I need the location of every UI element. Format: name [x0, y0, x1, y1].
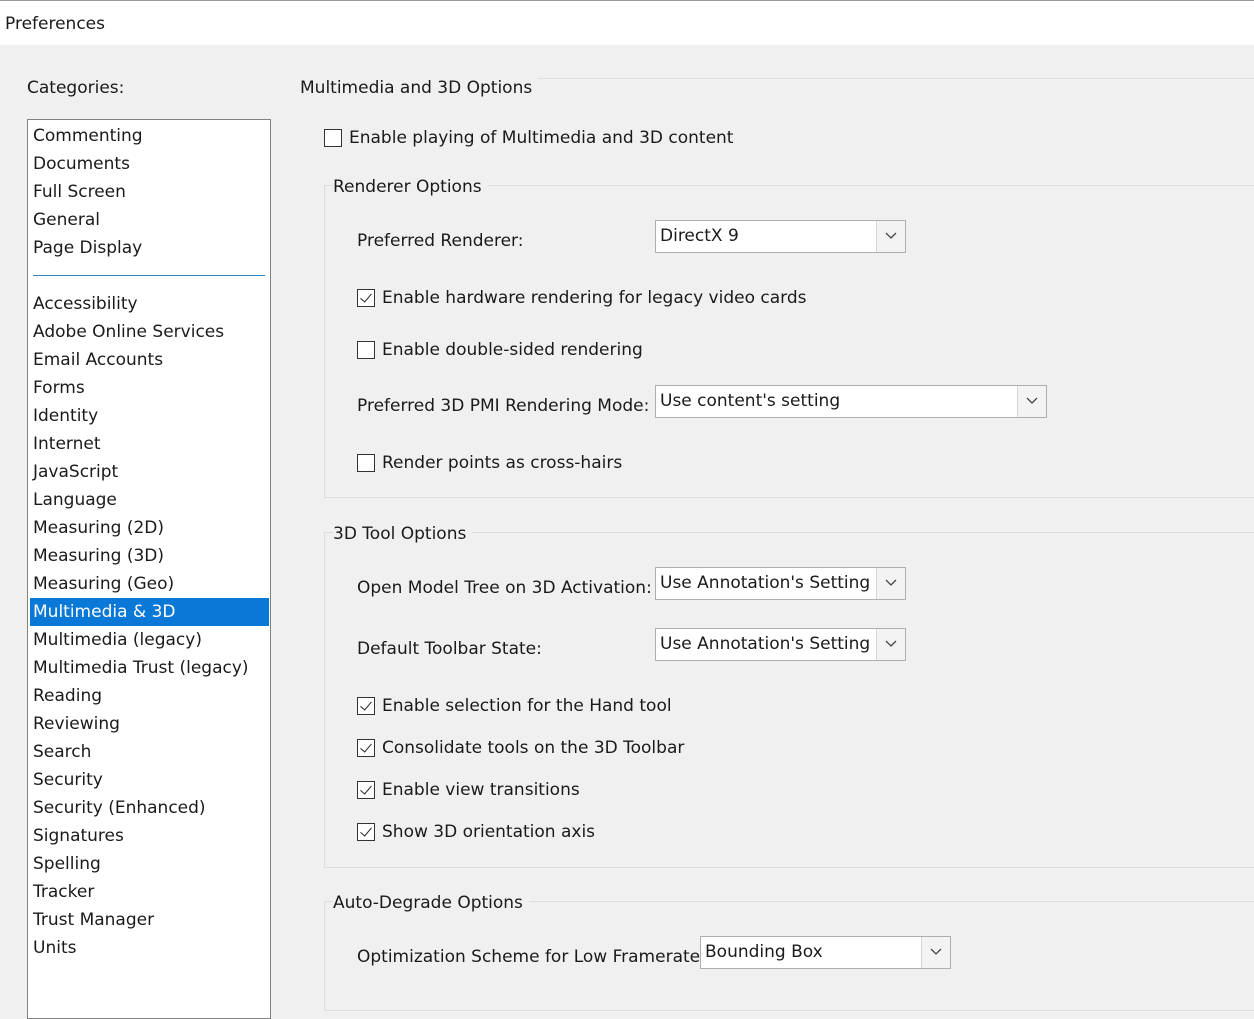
checkbox-box[interactable] [357, 289, 375, 307]
category-item-search[interactable]: Search [30, 738, 269, 766]
checkbox-label: Enable playing of Multimedia and 3D cont… [349, 128, 734, 148]
chevron-down-icon[interactable] [1017, 386, 1046, 417]
main-group-title: Multimedia and 3D Options [300, 78, 539, 98]
category-item-measuring-3d[interactable]: Measuring (3D) [30, 542, 269, 570]
chevron-down-icon[interactable] [876, 629, 905, 660]
checkbox-label: Render points as cross-hairs [382, 453, 623, 473]
category-item-measuring-2d[interactable]: Measuring (2D) [30, 514, 269, 542]
category-item-measuring-geo[interactable]: Measuring (Geo) [30, 570, 269, 598]
preferred-renderer-dropdown[interactable]: DirectX 9 [655, 220, 906, 253]
cross-hairs-checkbox[interactable]: Render points as cross-hairs [357, 452, 622, 474]
category-item-documents[interactable]: Documents [30, 150, 269, 178]
category-item-multimedia-legacy[interactable]: Multimedia (legacy) [30, 626, 269, 654]
dropdown-value: Use Annotation's Setting [660, 634, 871, 654]
preferred-renderer-label: Preferred Renderer: [357, 231, 524, 251]
chevron-down-icon[interactable] [921, 937, 950, 968]
category-item-multimedia-3d[interactable]: Multimedia & 3D [30, 598, 269, 626]
category-item-language[interactable]: Language [30, 486, 269, 514]
category-item-adobe-online-services[interactable]: Adobe Online Services [30, 318, 269, 346]
optimization-scheme-dropdown[interactable]: Bounding Box [700, 936, 951, 969]
checkbox-label: Show 3D orientation axis [382, 822, 596, 842]
model-tree-label: Open Model Tree on 3D Activation: [357, 578, 652, 598]
checkbox-box[interactable] [357, 823, 375, 841]
dropdown-value: Use content's setting [660, 391, 841, 411]
category-item-general[interactable]: General [30, 206, 269, 234]
orientation-axis-checkbox[interactable]: Show 3D orientation axis [357, 821, 595, 843]
checkbox-box[interactable] [324, 129, 342, 147]
category-item-units[interactable]: Units [30, 934, 269, 962]
checkbox-label: Consolidate tools on the 3D Toolbar [382, 738, 685, 758]
category-item-reviewing[interactable]: Reviewing [30, 710, 269, 738]
chevron-down-icon[interactable] [876, 221, 905, 252]
dropdown-value: Use Annotation's Setting [660, 573, 871, 593]
toolbar-state-label: Default Toolbar State: [357, 639, 542, 659]
consolidate-tools-checkbox[interactable]: Consolidate tools on the 3D Toolbar [357, 737, 684, 759]
categories-label: Categories: [27, 78, 125, 98]
category-item-email-accounts[interactable]: Email Accounts [30, 346, 269, 374]
category-item-commenting[interactable]: Commenting [30, 122, 269, 150]
category-item-reading[interactable]: Reading [30, 682, 269, 710]
checkbox-box[interactable] [357, 739, 375, 757]
category-item-security[interactable]: Security [30, 766, 269, 794]
tool-options-title: 3D Tool Options [333, 524, 473, 544]
enable-playing-checkbox[interactable]: Enable playing of Multimedia and 3D cont… [324, 127, 733, 149]
model-tree-dropdown[interactable]: Use Annotation's Setting [655, 567, 906, 600]
title-bar: Preferences [0, 0, 1254, 45]
checkbox-label: Enable hardware rendering for legacy vid… [382, 288, 807, 308]
category-item-page-display[interactable]: Page Display [30, 234, 269, 262]
auto-degrade-title: Auto-Degrade Options [333, 893, 529, 913]
checkbox-label: Enable double-sided rendering [382, 340, 643, 360]
category-item-full-screen[interactable]: Full Screen [30, 178, 269, 206]
checkbox-box[interactable] [357, 454, 375, 472]
categories-list[interactable]: Commenting Documents Full Screen General Pag… [27, 119, 271, 1019]
category-item-internet[interactable]: Internet [30, 430, 269, 458]
double-sided-checkbox[interactable]: Enable double-sided rendering [357, 339, 643, 361]
category-item-multimedia-trust-legacy[interactable]: Multimedia Trust (legacy) [30, 654, 269, 682]
dropdown-value: DirectX 9 [660, 226, 739, 246]
category-item-javascript[interactable]: JavaScript [30, 458, 269, 486]
pmi-mode-dropdown[interactable]: Use content's setting [655, 385, 1047, 418]
category-item-trust-manager[interactable]: Trust Manager [30, 906, 269, 934]
category-item-tracker[interactable]: Tracker [30, 878, 269, 906]
hardware-rendering-checkbox[interactable]: Enable hardware rendering for legacy vid… [357, 287, 807, 309]
checkbox-box[interactable] [357, 697, 375, 715]
checkbox-box[interactable] [357, 341, 375, 359]
category-item-security-enhanced[interactable]: Security (Enhanced) [30, 794, 269, 822]
dropdown-value: Bounding Box [705, 942, 823, 962]
pmi-mode-label: Preferred 3D PMI Rendering Mode: [357, 396, 650, 416]
checkbox-label: Enable view transitions [382, 780, 580, 800]
category-item-signatures[interactable]: Signatures [30, 822, 269, 850]
view-transitions-checkbox[interactable]: Enable view transitions [357, 779, 580, 801]
category-item-accessibility[interactable]: Accessibility [30, 290, 269, 318]
window-title: Preferences [5, 14, 105, 34]
category-item-spelling[interactable]: Spelling [30, 850, 269, 878]
categories-separator [33, 275, 265, 276]
renderer-options-title: Renderer Options [333, 177, 488, 197]
checkbox-box[interactable] [357, 781, 375, 799]
category-item-forms[interactable]: Forms [30, 374, 269, 402]
hand-tool-checkbox[interactable]: Enable selection for the Hand tool [357, 695, 672, 717]
category-item-identity[interactable]: Identity [30, 402, 269, 430]
chevron-down-icon[interactable] [876, 568, 905, 599]
checkbox-label: Enable selection for the Hand tool [382, 696, 672, 716]
toolbar-state-dropdown[interactable]: Use Annotation's Setting [655, 628, 906, 661]
optimization-scheme-label: Optimization Scheme for Low Framerate: [357, 947, 706, 967]
